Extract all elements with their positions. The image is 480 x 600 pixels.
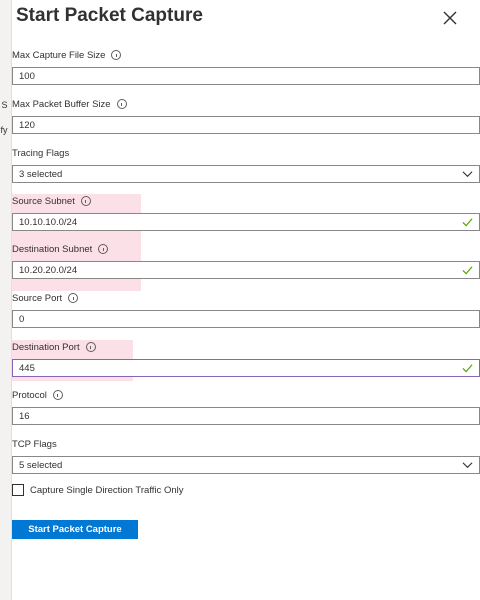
tracing-flags-label: Tracing Flags	[12, 147, 70, 159]
info-icon[interactable]	[116, 99, 127, 109]
max-packet-buffer-size-field: Max Packet Buffer Size 120	[12, 97, 480, 134]
tcp-flags-dropdown[interactable]: 5 selected	[12, 456, 480, 474]
info-icon[interactable]	[80, 196, 91, 206]
destination-port-field: Destination Port 445	[12, 340, 480, 377]
chevron-down-icon	[462, 462, 473, 469]
close-icon[interactable]	[438, 6, 462, 30]
background-text: e S	[0, 100, 8, 110]
max-packet-buffer-size-input[interactable]: 120	[12, 116, 480, 134]
panel-title: Start Packet Capture	[16, 5, 203, 26]
info-icon[interactable]	[52, 390, 63, 400]
source-port-input[interactable]: 0	[12, 310, 480, 328]
destination-subnet-label: Destination Subnet	[12, 242, 480, 256]
destination-port-label: Destination Port	[12, 340, 480, 354]
source-subnet-label: Source Subnet	[12, 194, 480, 208]
tracing-flags-dropdown[interactable]: 3 selected	[12, 165, 480, 183]
tracing-flags-field: Tracing Flags 3 selected	[12, 146, 480, 183]
source-port-field: Source Port 0	[12, 291, 480, 328]
source-subnet-field: Source Subnet 10.10.10.0/24	[12, 194, 480, 231]
destination-subnet-field: Destination Subnet 10.20.20.0/24	[12, 242, 480, 279]
destination-subnet-input[interactable]: 10.20.20.0/24	[12, 261, 480, 279]
checkmark-icon	[462, 218, 473, 227]
background-blade: e S cify	[0, 0, 12, 600]
checkmark-icon	[462, 266, 473, 275]
single-direction-checkbox[interactable]	[12, 484, 24, 496]
info-icon[interactable]	[111, 50, 122, 60]
tcp-flags-label: TCP Flags	[12, 438, 57, 450]
max-packet-buffer-size-label: Max Packet Buffer Size	[12, 97, 480, 111]
max-capture-file-size-label: Max Capture File Size	[12, 48, 480, 62]
protocol-field: Protocol 16	[12, 388, 480, 425]
info-icon[interactable]	[85, 342, 96, 352]
info-icon[interactable]	[98, 244, 109, 254]
single-direction-checkbox-label: Capture Single Direction Traffic Only	[30, 484, 184, 496]
checkmark-icon	[462, 364, 473, 373]
background-text: cify	[0, 125, 8, 135]
max-capture-file-size-input[interactable]: 100	[12, 67, 480, 85]
destination-port-input[interactable]: 445	[12, 359, 480, 377]
max-capture-file-size-field: Max Capture File Size 100	[12, 48, 480, 85]
source-port-label: Source Port	[12, 291, 480, 305]
protocol-input[interactable]: 16	[12, 407, 480, 425]
single-direction-checkbox-row: Capture Single Direction Traffic Only	[12, 484, 183, 496]
info-icon[interactable]	[68, 293, 79, 303]
start-packet-capture-button[interactable]: Start Packet Capture	[12, 520, 138, 539]
tcp-flags-field: TCP Flags 5 selected	[12, 437, 480, 474]
source-subnet-input[interactable]: 10.10.10.0/24	[12, 213, 480, 231]
chevron-down-icon	[462, 171, 473, 178]
protocol-label: Protocol	[12, 388, 480, 402]
